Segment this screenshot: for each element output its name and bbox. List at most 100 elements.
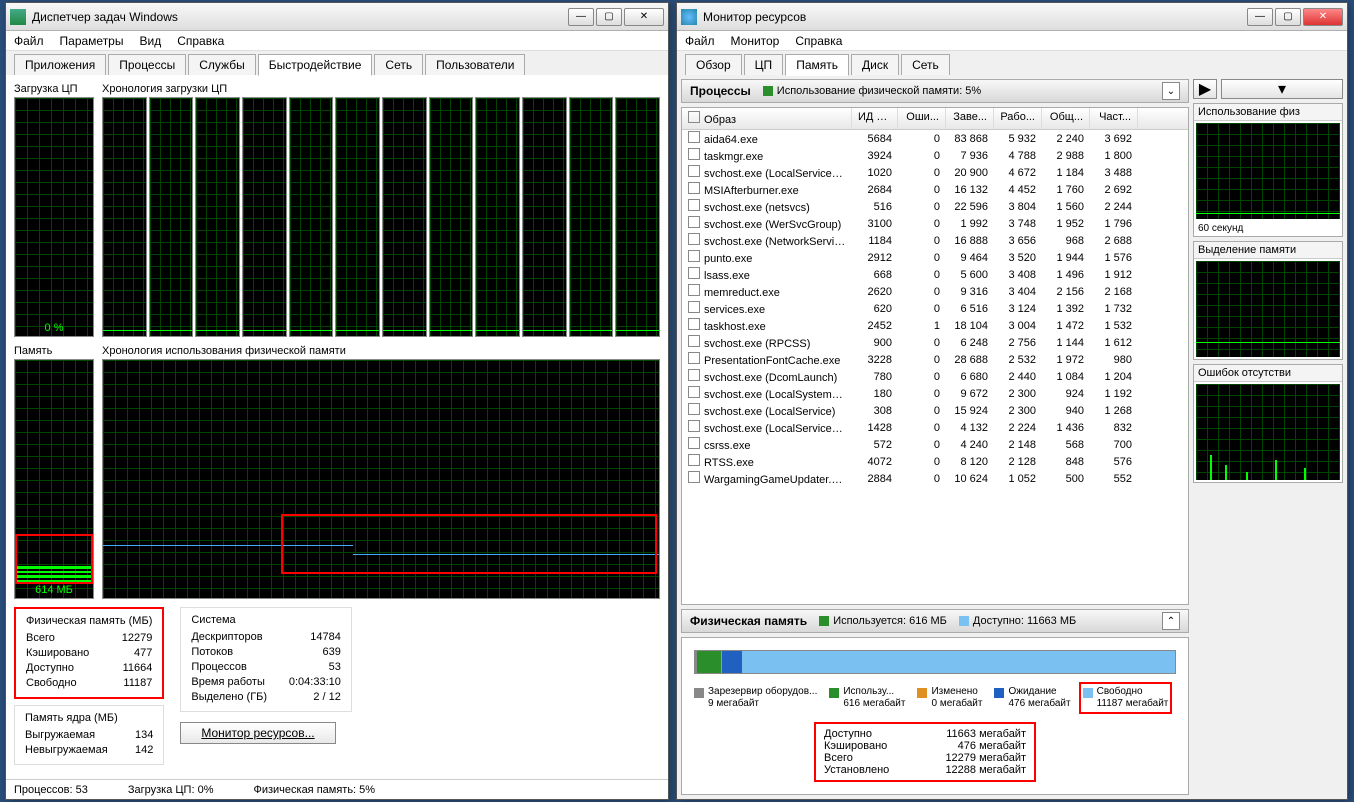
- row-checkbox[interactable]: [688, 301, 700, 313]
- row-checkbox[interactable]: [688, 352, 700, 364]
- table-header: Образ ИД п... Оши... Заве... Рабо... Общ…: [682, 108, 1188, 130]
- table-row[interactable]: PresentationFontCache.exe 3228 0 28 688 …: [682, 351, 1188, 368]
- mem-value: 614 МБ: [15, 584, 93, 596]
- table-row[interactable]: WargamingGameUpdater.exe 2884 0 10 624 1…: [682, 470, 1188, 487]
- table-row[interactable]: svchost.exe (LocalSystemNet... 180 0 9 6…: [682, 385, 1188, 402]
- minimize-button[interactable]: —: [568, 8, 594, 26]
- resource-monitor-button[interactable]: Монитор ресурсов...: [180, 722, 335, 744]
- menu-options[interactable]: Параметры: [60, 34, 124, 48]
- table-row[interactable]: svchost.exe (WerSvcGroup) 3100 0 1 992 3…: [682, 215, 1188, 232]
- collapse-icon[interactable]: ⌃: [1162, 612, 1180, 630]
- cpu-hist-label: Хронология загрузки ЦП: [102, 83, 660, 95]
- table-row[interactable]: taskmgr.exe 3924 0 7 936 4 788 2 988 1 8…: [682, 147, 1188, 164]
- legend-item: Зарезервир оборудов...9 мегабайт: [694, 686, 817, 710]
- kernel-memory-group: Память ядра (МБ) Выгружаемая134 Невыгруж…: [14, 705, 164, 765]
- table-row[interactable]: svchost.exe (LocalServiceNet... 1020 0 2…: [682, 164, 1188, 181]
- tab-applications[interactable]: Приложения: [14, 54, 106, 75]
- row-checkbox[interactable]: [688, 403, 700, 415]
- minimize-button[interactable]: —: [1247, 8, 1273, 26]
- menu-view[interactable]: Вид: [139, 34, 161, 48]
- row-checkbox[interactable]: [688, 420, 700, 432]
- tab-users[interactable]: Пользователи: [425, 54, 525, 75]
- tab-overview[interactable]: Обзор: [685, 54, 742, 75]
- status-memory: Физическая память: 5%: [253, 784, 375, 796]
- cpu-value: 0 %: [15, 322, 93, 334]
- row-checkbox[interactable]: [688, 182, 700, 194]
- row-checkbox[interactable]: [688, 250, 700, 262]
- row-checkbox[interactable]: [688, 233, 700, 245]
- close-button[interactable]: ✕: [1303, 8, 1343, 26]
- tab-processes[interactable]: Процессы: [108, 54, 186, 75]
- table-row[interactable]: svchost.exe (LocalServiceNo... 1428 0 4 …: [682, 419, 1188, 436]
- legend-item: Использу...616 мегабайт: [829, 686, 905, 710]
- tab-memory[interactable]: Память: [785, 54, 849, 76]
- row-checkbox[interactable]: [688, 199, 700, 211]
- statusbar: Процессов: 53 Загрузка ЦП: 0% Физическая…: [6, 779, 668, 799]
- table-row[interactable]: services.exe 620 0 6 516 3 124 1 392 1 7…: [682, 300, 1188, 317]
- table-row[interactable]: punto.exe 2912 0 9 464 3 520 1 944 1 576: [682, 249, 1188, 266]
- row-checkbox[interactable]: [688, 267, 700, 279]
- row-checkbox[interactable]: [688, 216, 700, 228]
- side-panel: ▶ ▾ Использование физ 60 секунд Выделени…: [1193, 79, 1343, 795]
- cpu-meter: 0 %: [14, 97, 94, 337]
- tab-services[interactable]: Службы: [188, 54, 255, 75]
- table-row[interactable]: memreduct.exe 2620 0 9 316 3 404 2 156 2…: [682, 283, 1188, 300]
- memory-bar-panel: Зарезервир оборудов...9 мегабайт Использу…: [681, 637, 1189, 795]
- maximize-button[interactable]: ▢: [1275, 8, 1301, 26]
- table-row[interactable]: RTSS.exe 4072 0 8 120 2 128 848 576: [682, 453, 1188, 470]
- legend-item: Изменено0 мегабайт: [917, 686, 982, 710]
- maximize-button[interactable]: ▢: [596, 8, 622, 26]
- row-checkbox[interactable]: [688, 454, 700, 466]
- table-row[interactable]: csrss.exe 572 0 4 240 2 148 568 700: [682, 436, 1188, 453]
- collapse-icon[interactable]: ⌄: [1162, 82, 1180, 100]
- row-checkbox[interactable]: [688, 148, 700, 160]
- row-checkbox[interactable]: [688, 165, 700, 177]
- side-chart-hardfaults: Ошибок отсутстви: [1193, 364, 1343, 483]
- table-row[interactable]: svchost.exe (NetworkService) 1184 0 16 8…: [682, 232, 1188, 249]
- table-row[interactable]: svchost.exe (LocalService) 308 0 15 924 …: [682, 402, 1188, 419]
- titlebar[interactable]: Монитор ресурсов — ▢ ✕: [677, 3, 1347, 31]
- row-checkbox[interactable]: [688, 335, 700, 347]
- titlebar[interactable]: Диспетчер задач Windows — ▢ ✕: [6, 3, 668, 31]
- select-all-checkbox[interactable]: [688, 111, 700, 123]
- tab-cpu[interactable]: ЦП: [744, 54, 784, 75]
- table-row[interactable]: svchost.exe (netsvcs) 516 0 22 596 3 804…: [682, 198, 1188, 215]
- row-checkbox[interactable]: [688, 471, 700, 483]
- table-row[interactable]: taskhost.exe 2452 1 18 104 3 004 1 472 1…: [682, 317, 1188, 334]
- row-checkbox[interactable]: [688, 437, 700, 449]
- views-button[interactable]: ▾: [1221, 79, 1343, 99]
- row-checkbox[interactable]: [688, 284, 700, 296]
- window-title: Монитор ресурсов: [703, 10, 1247, 24]
- table-row[interactable]: MSIAfterburner.exe 2684 0 16 132 4 452 1…: [682, 181, 1188, 198]
- row-checkbox[interactable]: [688, 386, 700, 398]
- memory-summary: Доступно11663 мегабайтКэшировано476 мега…: [814, 722, 1036, 782]
- menu-monitor[interactable]: Монитор: [731, 34, 780, 48]
- collapse-side-button[interactable]: ▶: [1193, 79, 1217, 99]
- physical-memory-group: Физическая память (МБ) Всего12279 Кэширо…: [14, 607, 164, 699]
- close-button[interactable]: ✕: [624, 8, 664, 26]
- processes-header[interactable]: Процессы Использование физической памяти…: [681, 79, 1189, 103]
- tabs: Обзор ЦП Память Диск Сеть: [677, 51, 1347, 75]
- memory-bar: [694, 650, 1176, 674]
- app-icon: [681, 9, 697, 25]
- row-checkbox[interactable]: [688, 131, 700, 143]
- row-checkbox[interactable]: [688, 318, 700, 330]
- tab-network[interactable]: Сеть: [901, 54, 950, 75]
- side-chart-phys-mem: Использование физ 60 секунд: [1193, 103, 1343, 237]
- row-checkbox[interactable]: [688, 369, 700, 381]
- legend-item: Свободно11187 мегабайт: [1079, 682, 1173, 714]
- physmem-header[interactable]: Физическая память Используется: 616 МБ Д…: [681, 609, 1189, 633]
- menu-help[interactable]: Справка: [177, 34, 224, 48]
- menu-help[interactable]: Справка: [795, 34, 842, 48]
- table-row[interactable]: aida64.exe 5684 0 83 868 5 932 2 240 3 6…: [682, 130, 1188, 147]
- menu-file[interactable]: Файл: [14, 34, 44, 48]
- tabs: Приложения Процессы Службы Быстродействи…: [6, 51, 668, 75]
- table-row[interactable]: svchost.exe (RPCSS) 900 0 6 248 2 756 1 …: [682, 334, 1188, 351]
- tab-disk[interactable]: Диск: [851, 54, 899, 75]
- menubar: Файл Монитор Справка: [677, 31, 1347, 51]
- menu-file[interactable]: Файл: [685, 34, 715, 48]
- tab-performance[interactable]: Быстродействие: [258, 54, 373, 76]
- table-row[interactable]: svchost.exe (DcomLaunch) 780 0 6 680 2 4…: [682, 368, 1188, 385]
- tab-network[interactable]: Сеть: [374, 54, 423, 75]
- table-row[interactable]: lsass.exe 668 0 5 600 3 408 1 496 1 912: [682, 266, 1188, 283]
